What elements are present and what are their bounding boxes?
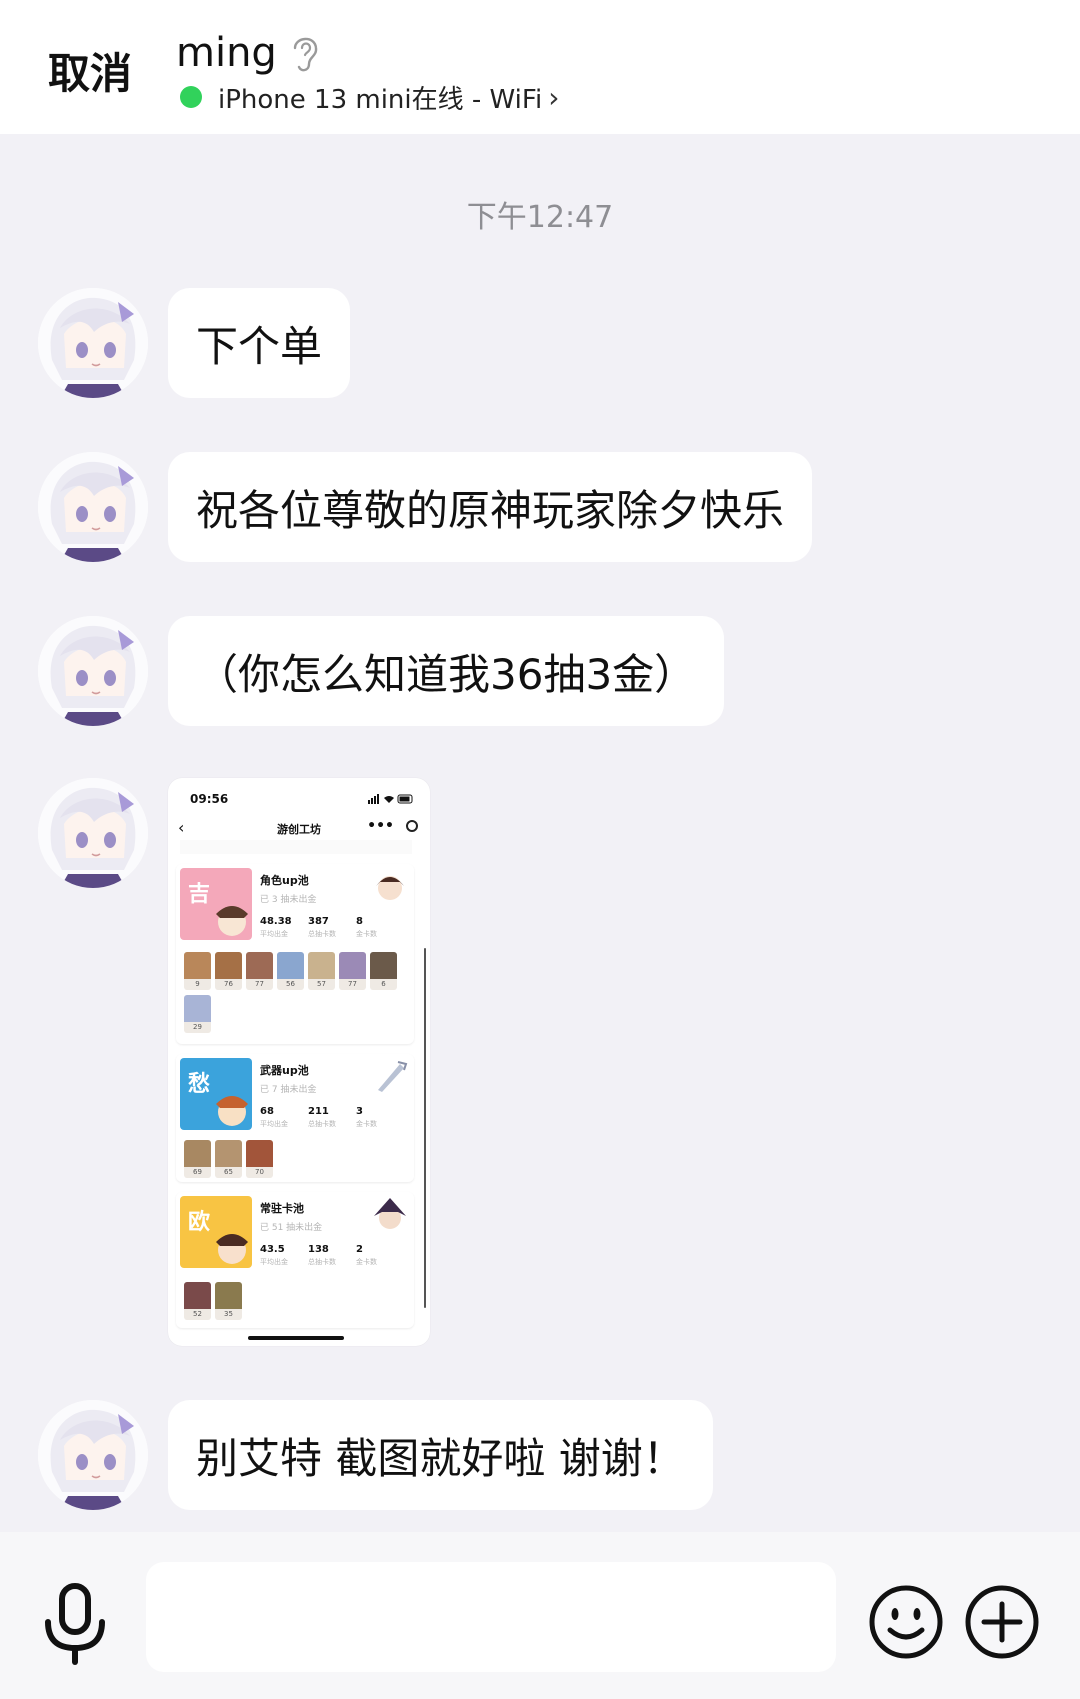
input-bar <box>0 1532 1080 1699</box>
stat-avg: 43.5 平均出金 <box>260 1244 288 1266</box>
message-bubble[interactable]: 别艾特 截图就好啦 谢谢！ <box>168 1400 713 1510</box>
pull-thumb: 29 <box>184 995 211 1033</box>
message-timestamp: 下午12:47 <box>466 200 614 235</box>
pull-thumb: 70 <box>246 1140 273 1178</box>
chevron-right-icon: › <box>548 80 560 114</box>
character-portrait <box>374 1198 406 1229</box>
message-input[interactable] <box>146 1562 836 1672</box>
pool-card: 吉 角色up池 已 3 抽未出金 48.38 平均出金 387 总抽卡数 8 金卡数 <box>176 864 414 1044</box>
pull-thumb: 35 <box>215 1282 242 1320</box>
smiley-icon[interactable] <box>868 1584 944 1660</box>
pool-title: 角色up池 <box>260 874 309 887</box>
plus-circle-icon[interactable] <box>964 1584 1040 1660</box>
pull-thumb: 77 <box>246 952 273 990</box>
pull-thumb: 56 <box>277 952 304 990</box>
pull-history: 9 76 77 56 57 77 6 29 <box>184 952 410 1033</box>
cancel-button[interactable]: 取消 <box>48 40 132 101</box>
microphone-icon[interactable] <box>40 1582 110 1666</box>
avatar[interactable] <box>38 452 148 562</box>
more-icon: ••• <box>367 818 394 834</box>
pool-subtitle: 已 3 抽未出金 <box>260 895 317 905</box>
pool-card: 欧 常驻卡池 已 51 抽未出金 43.5 平均出金 138 总抽卡数 2 金卡数 <box>176 1192 414 1328</box>
stat-gold: 2 金卡数 <box>356 1244 377 1266</box>
mini-scrollbar <box>424 948 426 1308</box>
pull-thumb: 9 <box>184 952 211 990</box>
pool-subtitle: 已 51 抽未出金 <box>260 1223 323 1233</box>
message-bubble[interactable]: 祝各位尊敬的原神玩家除夕快乐 <box>168 452 813 562</box>
pool-tile: 吉 <box>180 868 252 940</box>
message-bubble[interactable]: （你怎么知道我36抽3金） <box>168 616 725 726</box>
signal-wifi-battery-icon <box>368 794 413 804</box>
image-message[interactable]: 09:56 ‹ 游创工坊 ••• 吉 角色up池 已 3 抽未出金 48.38 … <box>168 778 430 1346</box>
contact-name[interactable]: ming <box>176 30 277 76</box>
avatar[interactable] <box>38 616 148 726</box>
stat-avg: 68 平均出金 <box>260 1106 288 1128</box>
avatar[interactable] <box>38 288 148 398</box>
target-icon <box>406 820 418 832</box>
avatar[interactable] <box>38 1400 148 1510</box>
stat-total: 211 总抽卡数 <box>308 1106 336 1128</box>
stat-avg: 48.38 平均出金 <box>260 916 292 938</box>
pool-subtitle: 已 7 抽未出金 <box>260 1085 317 1095</box>
pull-thumb: 6 <box>370 952 397 990</box>
character-portrait <box>376 876 404 900</box>
ear-icon <box>293 37 318 72</box>
stat-gold: 3 金卡数 <box>356 1106 377 1128</box>
pull-thumb: 65 <box>215 1140 242 1178</box>
stat-total: 138 总抽卡数 <box>308 1244 336 1266</box>
pool-title: 武器up池 <box>260 1064 309 1077</box>
weapon-portrait <box>378 1061 408 1092</box>
stat-gold: 8 金卡数 <box>356 916 377 938</box>
pool-tile: 欧 <box>180 1196 252 1268</box>
home-indicator <box>248 1336 344 1340</box>
scrolled-card-edge <box>180 840 412 854</box>
online-status[interactable]: iPhone 13 mini在线 - WiFi › <box>180 80 560 115</box>
pull-thumb: 57 <box>308 952 335 990</box>
stat-total: 387 总抽卡数 <box>308 916 336 938</box>
avatar[interactable] <box>38 778 148 888</box>
pull-thumb: 69 <box>184 1140 211 1178</box>
online-dot-icon <box>180 86 202 108</box>
pool-card: 愁 武器up池 已 7 抽未出金 68平均出金 211总抽卡数 3金卡数 <box>176 1054 414 1182</box>
pull-history: 52 35 <box>184 1282 410 1320</box>
pull-thumb: 77 <box>339 952 366 990</box>
pull-thumb: 76 <box>215 952 242 990</box>
device-status-text: iPhone 13 mini在线 - WiFi <box>218 84 543 115</box>
pull-history: 69 65 70 <box>184 1140 410 1178</box>
chat-header: 取消 ming iPhone 13 mini在线 - WiFi › <box>0 0 1080 134</box>
pool-tile: 愁 <box>180 1058 252 1130</box>
message-bubble[interactable]: 下个单 <box>168 288 351 398</box>
pull-thumb: 52 <box>184 1282 211 1320</box>
screenshot-time: 09:56 <box>190 792 229 806</box>
pool-title: 常驻卡池 <box>260 1202 304 1215</box>
